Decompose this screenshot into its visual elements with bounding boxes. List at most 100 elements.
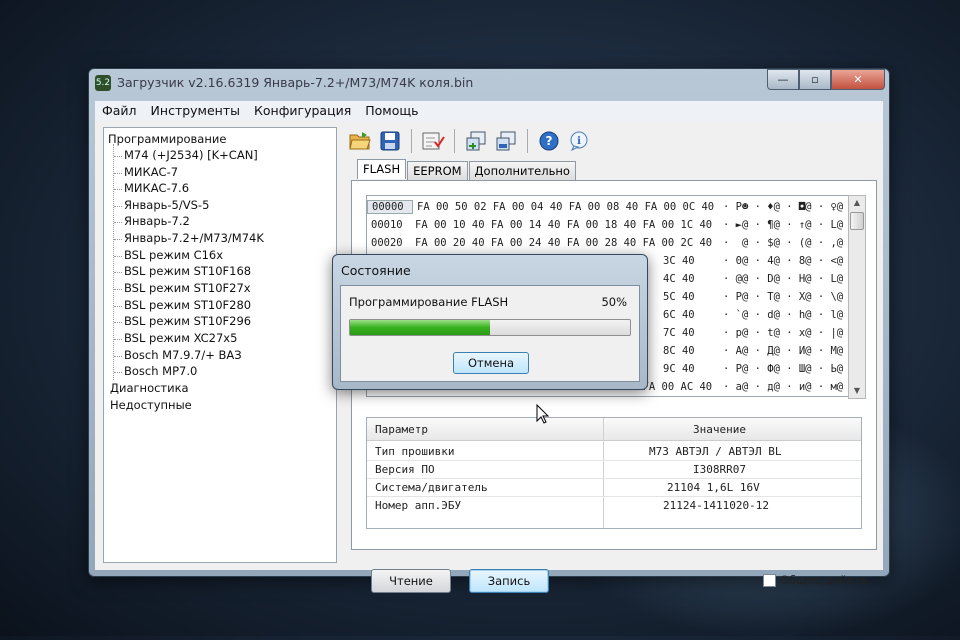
hex-ascii: · @@ · D@ · H@ · L@	[723, 273, 844, 285]
hex-ascii: · P@ · T@ · X@ · \@	[723, 291, 844, 303]
toolbar: ? i	[347, 125, 877, 157]
tab-additional[interactable]: Дополнительно	[468, 161, 576, 181]
checkbox-box[interactable]	[763, 573, 776, 587]
param-name: Номер апп.ЭБУ	[375, 499, 462, 512]
dialog-body: Программирование FLASH 50% Отмена	[340, 285, 640, 382]
table-header: Параметр Значение	[367, 418, 861, 441]
tree-line	[113, 144, 114, 380]
tree-item[interactable]: BSL режим ST10F296	[124, 314, 251, 328]
hex-row: 9C 40	[659, 360, 695, 378]
hex-bytes: 6C 40	[663, 309, 695, 321]
param-value: 21104 1,6L 16V	[667, 481, 760, 494]
close-button[interactable]: ✕	[831, 69, 885, 90]
check-settings-icon[interactable]	[420, 128, 446, 154]
param-name: Тип прошивки	[375, 445, 455, 458]
param-value: M73 АВТЭЛ / АВТЭЛ BL	[649, 445, 782, 458]
tree-item[interactable]: BSL режим C16x	[124, 248, 223, 262]
cancel-button[interactable]: Отмена	[453, 352, 529, 374]
tree-item[interactable]: BSL режим ST10F27x	[124, 281, 251, 295]
hex-ascii: · а@ · д@ · и@ · м@	[723, 381, 844, 393]
progress-bar	[349, 319, 631, 336]
open-folder-icon[interactable]	[347, 128, 373, 154]
minimize-button[interactable]: —	[767, 69, 799, 90]
hex-row: 5C 40	[659, 288, 695, 306]
tree-item-diagnostics[interactable]: Диагностика	[110, 381, 189, 395]
param-name: Версия ПО	[375, 463, 435, 476]
tree-item[interactable]: МИКАС-7	[124, 165, 178, 179]
hex-row: 00000 FA 00 50 02 FA 00 04 40 FA 00 08 40…	[367, 198, 843, 216]
hex-ascii: · Р@ · Ф@ · Ш@ · Ь@	[723, 363, 844, 375]
scroll-up-icon[interactable]: ▲	[849, 196, 865, 210]
ecu-tree: Программирование M74 (+J2534) [K+CAN] МИ…	[103, 127, 337, 563]
hex-ascii: · P☻ · ♦@ · ◘@ · ♀@	[723, 201, 844, 213]
tree-item[interactable]: BSL режим ST10F168	[124, 264, 251, 278]
param-name: Система/двигатель	[375, 481, 488, 494]
progress-fill	[350, 320, 490, 335]
svg-text:i: i	[577, 136, 581, 147]
parameters-table: Параметр Значение Тип прошивки M73 АВТЭЛ…	[366, 417, 862, 529]
param-value: 21124-1411020-12	[663, 499, 769, 512]
hex-ascii: · А@ · Д@ · И@ · М@	[723, 345, 844, 357]
dialog-title: Состояние	[341, 263, 411, 278]
mouse-cursor-icon	[536, 403, 550, 428]
table-row: Система/двигатель 21104 1,6L 16V	[367, 478, 861, 497]
hex-row: 00020 FA 00 20 40 FA 00 24 40 FA 00 28 40…	[367, 234, 843, 252]
hex-row: 6C 40	[659, 306, 695, 324]
menu-bar: Файл Инструменты Конфигурация Помощь	[95, 101, 883, 121]
tree-item-unavailable[interactable]: Недоступные	[110, 398, 192, 412]
hex-bytes: 3C 40	[663, 255, 695, 267]
progress-message: Программирование FLASH	[349, 295, 509, 309]
tree-item[interactable]: Bosch MP7.0	[124, 364, 197, 378]
tab-flash[interactable]: FLASH	[357, 159, 407, 179]
tree-item[interactable]: МИКАС-7.6	[124, 181, 189, 195]
tree-item[interactable]: Январь-7.2+/M73/M74K	[124, 231, 264, 245]
hex-row: 00010 FA 00 10 40 FA 00 14 40 FA 00 18 40…	[367, 216, 843, 234]
title-bar[interactable]: 5.2 Загрузчик v2.16.6319 Январь-7.2+/M73…	[89, 69, 889, 97]
maximize-button[interactable]: ▫	[799, 69, 831, 90]
svg-text:?: ?	[546, 134, 553, 148]
hex-row: 8C 40	[659, 342, 695, 360]
tree-item[interactable]: BSL режим XC27x5	[124, 331, 237, 345]
general-action-checkbox[interactable]: Общее действ.	[763, 573, 871, 587]
column-parameter[interactable]: Параметр	[375, 423, 428, 436]
hex-bytes: FA 00 10 40 FA 00 14 40 FA 00 18 40 FA 0…	[415, 219, 713, 231]
table-row: Тип прошивки M73 АВТЭЛ / АВТЭЛ BL	[367, 442, 861, 461]
column-value[interactable]: Значение	[693, 423, 746, 436]
tab-eeprom[interactable]: EEPROM	[407, 161, 468, 181]
tree-item[interactable]: Bosch M7.9.7/+ ВАЗ	[124, 348, 242, 362]
hex-ascii: · @ · $@ · (@ · ,@	[723, 237, 844, 249]
table-row: Версия ПО I308RR07	[367, 460, 861, 479]
save-icon[interactable]	[377, 128, 403, 154]
write-button[interactable]: Запись	[469, 569, 549, 593]
hex-scrollbar[interactable]: ▲ ▼	[848, 195, 866, 399]
info-icon[interactable]: i	[566, 128, 592, 154]
tree-item[interactable]: Январь-5/VS-5	[124, 198, 209, 212]
hex-address: 00010	[371, 219, 403, 231]
scroll-down-icon[interactable]: ▼	[849, 384, 865, 398]
menu-configuration[interactable]: Конфигурация	[247, 101, 358, 121]
hex-bytes: 8C 40	[663, 345, 695, 357]
scroll-thumb[interactable]	[850, 212, 864, 230]
hex-ascii: · `@ · d@ · h@ · l@	[723, 309, 844, 321]
hex-row: 3C 40	[659, 252, 695, 270]
menu-tools[interactable]: Инструменты	[144, 101, 247, 121]
hex-bytes: FA 00 50 02 FA 00 04 40 FA 00 08 40 FA 0…	[417, 201, 715, 213]
progress-dialog: Состояние Программирование FLASH 50% Отм…	[332, 254, 648, 390]
app-icon: 5.2	[95, 75, 111, 91]
tree-item[interactable]: BSL режим ST10F280	[124, 298, 251, 312]
write-ecu-icon[interactable]	[493, 128, 519, 154]
menu-file[interactable]: Файл	[95, 101, 144, 121]
hex-row: 7C 40	[659, 324, 695, 342]
tree-item[interactable]: M74 (+J2534) [K+CAN]	[124, 148, 258, 162]
tree-item-programming[interactable]: Программирование	[108, 132, 226, 146]
progress-percent: 50%	[601, 295, 627, 309]
hex-ascii: · p@ · t@ · x@ · |@	[723, 327, 844, 339]
read-button[interactable]: Чтение	[371, 569, 451, 593]
help-icon[interactable]: ?	[536, 128, 562, 154]
tree-item[interactable]: Январь-7.2	[124, 214, 190, 228]
hex-ascii: · ►@ · ¶@ · ↑@ · L@	[723, 219, 844, 231]
read-ecu-icon[interactable]	[463, 128, 489, 154]
menu-help[interactable]: Помощь	[358, 101, 425, 121]
param-value: I308RR07	[693, 463, 746, 476]
tab-strip: FLASH EEPROM Дополнительно	[357, 159, 577, 181]
